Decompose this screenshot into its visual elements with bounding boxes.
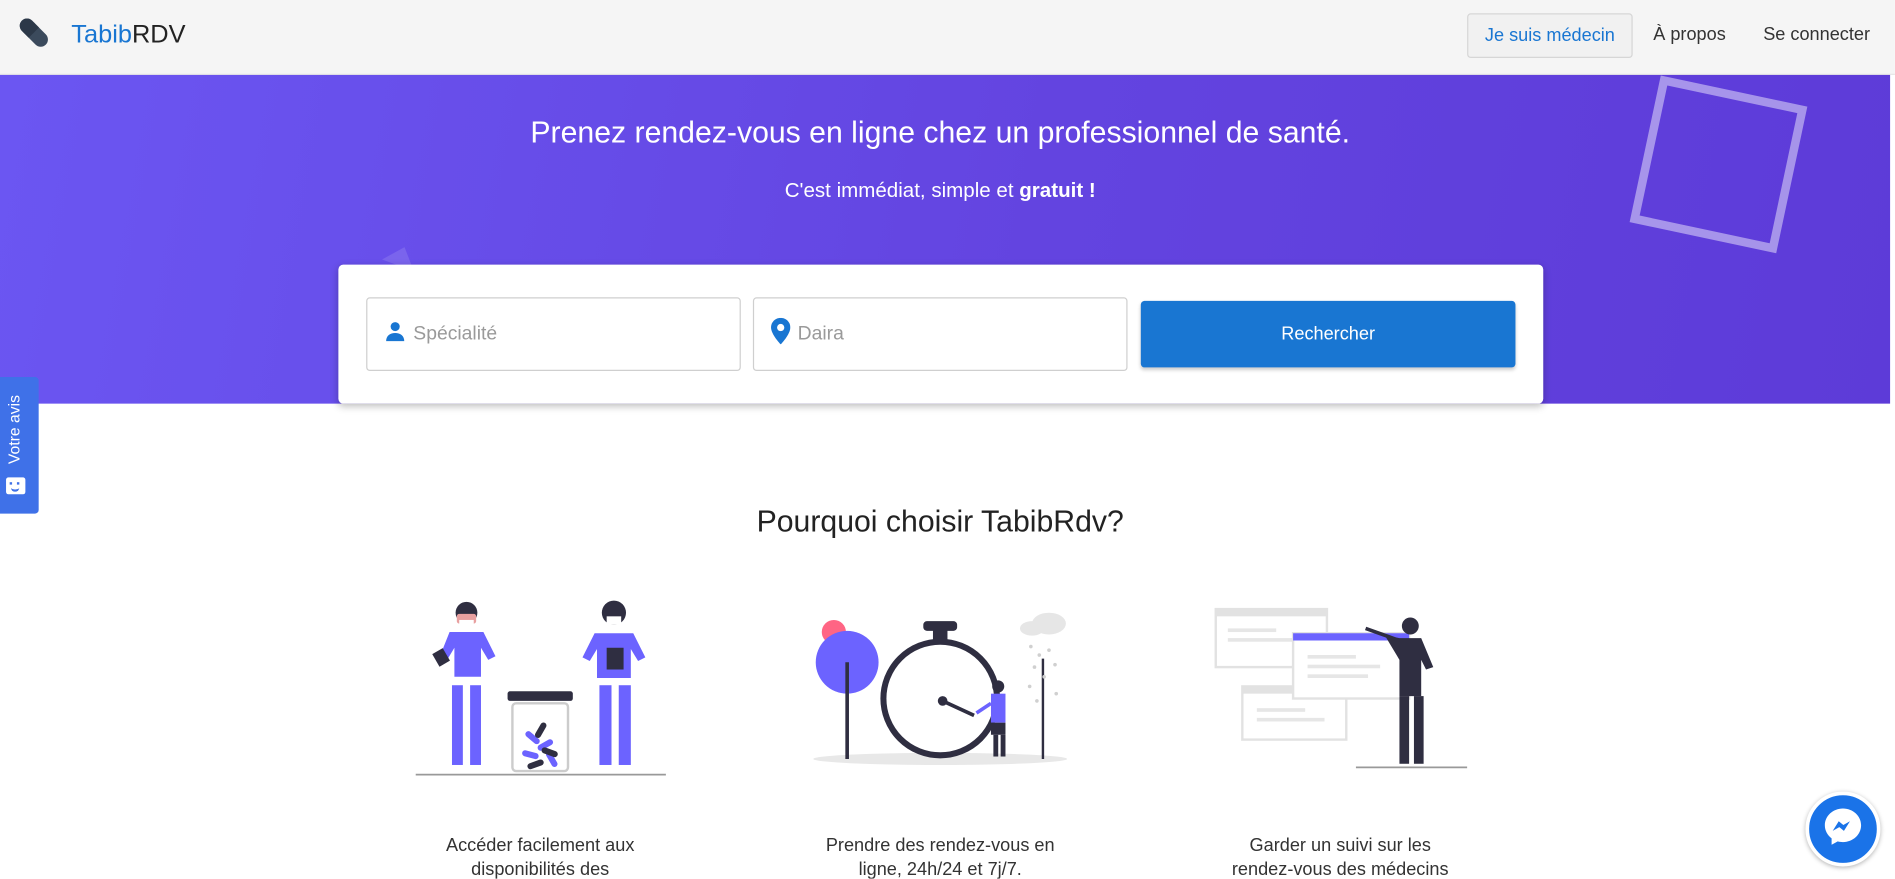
specialty-field[interactable]	[366, 297, 741, 372]
map-pin-icon	[771, 317, 791, 351]
search-card: Rechercher	[338, 264, 1544, 404]
brand-name-part2: RDV	[131, 20, 186, 49]
decorative-square	[1629, 75, 1808, 254]
browser-windows-illustration	[1209, 592, 1475, 779]
feature-text-3: Garder un suivi sur les rendez-vous des …	[1231, 835, 1449, 879]
feature-text-1: Accéder facilement aux disponibilités de…	[445, 835, 635, 879]
pill-icon	[17, 15, 51, 57]
hero-subtitle-bold: gratuit !	[1019, 178, 1096, 202]
daira-field[interactable]	[752, 297, 1128, 372]
smiley-icon	[6, 477, 26, 495]
doctor-button[interactable]: Je suis médecin	[1467, 13, 1633, 59]
specialty-input[interactable]	[413, 323, 716, 346]
person-icon	[384, 320, 406, 348]
brand-name-part1: Tabib	[71, 20, 132, 49]
login-link[interactable]: Se connecter	[1763, 24, 1870, 45]
brand-logo[interactable]	[17, 15, 51, 57]
daira-input[interactable]	[797, 323, 1100, 346]
messenger-chat-button[interactable]	[1805, 791, 1881, 867]
stopwatch-illustration	[807, 592, 1073, 779]
hero-subtitle-text: C'est immédiat, simple et	[784, 178, 1020, 202]
search-button[interactable]: Rechercher	[1140, 300, 1516, 368]
top-navbar: TabibRDV Je suis médecin À propos Se con…	[0, 0, 1895, 75]
hero-subtitle: C'est immédiat, simple et gratuit !	[0, 179, 1880, 203]
feedback-label: Votre avis	[4, 395, 23, 465]
messenger-icon	[1821, 804, 1865, 854]
doctors-illustration	[411, 592, 671, 791]
feedback-tab[interactable]: Votre avis	[0, 377, 39, 514]
about-link[interactable]: À propos	[1653, 24, 1726, 45]
why-section-title: Pourquoi choisir TabibRdv?	[756, 505, 1124, 539]
hero-title: Prenez rendez-vous en ligne chez un prof…	[530, 116, 1351, 150]
feature-text-2: Prendre des rendez-vous en ligne, 24h/24…	[825, 835, 1055, 879]
brand-name[interactable]: TabibRDV	[71, 21, 185, 50]
